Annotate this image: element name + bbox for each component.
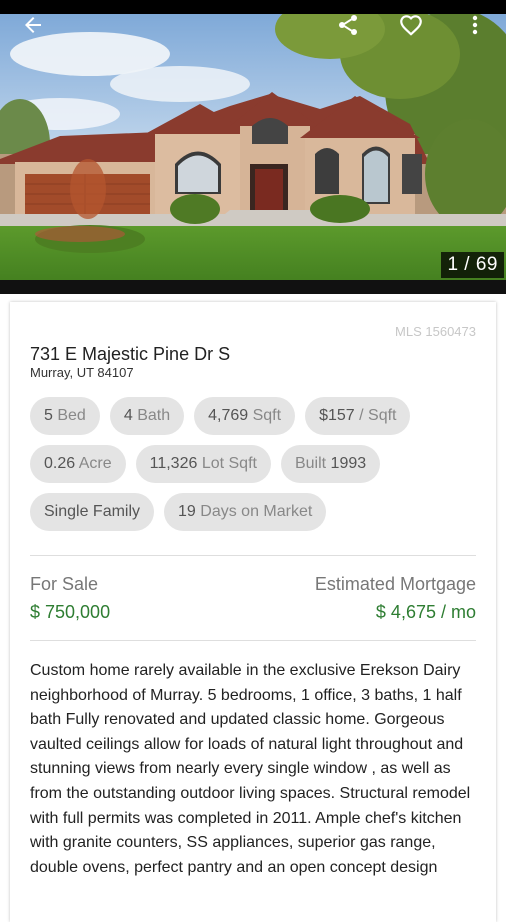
mortgage-value[interactable]: $ 4,675 / mo (376, 602, 476, 623)
more-vert-icon (472, 15, 478, 35)
listing-price: $ 750,000 (30, 602, 111, 622)
chip-property-type[interactable]: Single Family (30, 493, 155, 531)
chip-sqft[interactable]: 4,769 Sqft (194, 397, 296, 435)
photo-gallery[interactable]: 1 / 69 (0, 14, 506, 294)
status-bar (0, 0, 506, 14)
listing-description: Custom home rarely available in the excl… (30, 662, 471, 876)
chip-lot-sqft[interactable]: 11,326 Lot Sqft (135, 445, 271, 483)
chip-acre[interactable]: 0.26 Acre (30, 445, 126, 483)
house-photo (0, 14, 506, 294)
chip-baths[interactable]: 4 Bath (109, 397, 185, 435)
facts-chips: 5 Bed 4 Bath 4,769 Sqft $157 / Sqft 0.26… (30, 397, 480, 541)
listing-details-card: MLS 1560473 731 E Majestic Pine Dr S Mur… (10, 302, 496, 922)
arrow-back-icon (25, 17, 41, 33)
share-icon (339, 15, 357, 35)
chip-days-on-market[interactable]: 19 Days on Market (164, 493, 327, 531)
sale-status-label: For Sale (30, 574, 99, 594)
back-button[interactable] (18, 10, 48, 40)
share-button[interactable] (333, 10, 363, 40)
favorite-button[interactable] (396, 10, 426, 40)
mls-number: MLS 1560473 (395, 324, 476, 339)
photo-bottom-bar (0, 280, 506, 294)
chip-year-built[interactable]: Built 1993 (280, 445, 381, 483)
more-options-button[interactable] (460, 10, 490, 40)
divider-top (30, 555, 476, 556)
photo-counter: 1 / 69 (441, 252, 504, 278)
mortgage-label: Estimated Mortgage (314, 574, 476, 594)
listing-address: 731 E Majestic Pine Dr S (30, 344, 231, 364)
divider-bottom (30, 640, 476, 641)
chip-price-per-sqft[interactable]: $157 / Sqft (305, 397, 411, 435)
heart-outline-icon (400, 15, 422, 36)
listing-city: Murray, UT 84107 (30, 365, 134, 380)
chip-beds[interactable]: 5 Bed (30, 397, 100, 435)
